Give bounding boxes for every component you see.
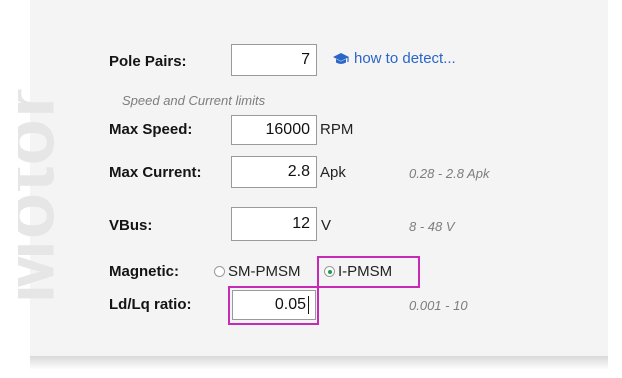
graduation-cap-icon — [333, 53, 349, 64]
max-current-label: Max Current: — [109, 164, 202, 181]
max-speed-input[interactable]: 16000 — [231, 115, 317, 145]
text-caret — [308, 296, 309, 314]
vbus-label: VBus: — [109, 217, 153, 234]
max-current-range: 0.28 - 2.8 Apk — [409, 166, 490, 181]
motor-watermark: Motor — [18, 40, 108, 340]
max-speed-unit: RPM — [320, 121, 354, 138]
how-to-detect-label: how to detect... — [354, 50, 456, 67]
pole-pairs-label: Pole Pairs: — [109, 53, 187, 70]
pole-pairs-input[interactable]: 7 — [231, 44, 317, 76]
ldlq-ratio-label: Ld/Lq ratio: — [109, 296, 192, 313]
how-to-detect-link[interactable]: how to detect... — [332, 50, 456, 67]
vbus-unit: V — [321, 217, 332, 234]
radio-selected-dot — [328, 270, 332, 274]
ldlq-highlight — [228, 286, 319, 325]
panel-shadow — [30, 356, 608, 370]
magnetic-label: Magnetic: — [109, 263, 180, 280]
i-pmsm-radio[interactable] — [324, 266, 335, 277]
max-current-input[interactable]: 2.8 — [231, 156, 317, 188]
max-speed-label: Max Speed: — [109, 121, 193, 138]
speed-current-limits-heading: Speed and Current limits — [122, 93, 266, 108]
max-current-unit: Apk — [320, 164, 346, 181]
vbus-range: 8 - 48 V — [409, 219, 455, 234]
sm-pmsm-label: SM-PMSM — [228, 263, 301, 280]
vbus-input[interactable]: 12 — [231, 207, 317, 241]
ldlq-ratio-range: 0.001 - 10 — [409, 298, 468, 313]
watermark-text: Motor — [18, 87, 71, 304]
sm-pmsm-radio[interactable] — [214, 266, 225, 277]
i-pmsm-label: I-PMSM — [338, 263, 393, 280]
